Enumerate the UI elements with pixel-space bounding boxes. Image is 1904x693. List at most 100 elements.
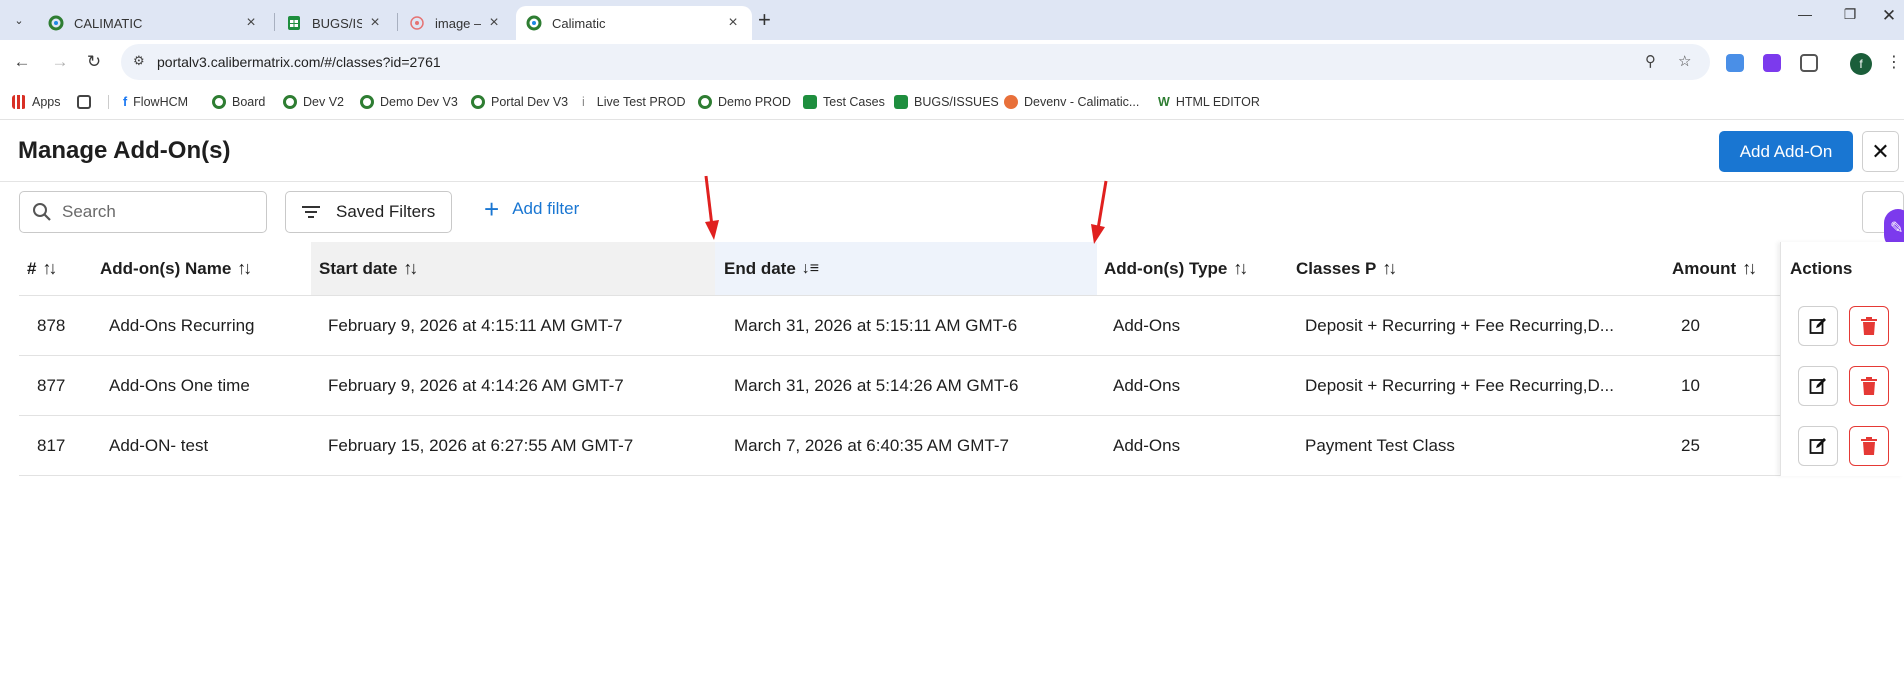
cell-end-date: March 31, 2026 at 5:15:11 AM GMT-6 xyxy=(734,316,1018,335)
column-header-type[interactable]: Add-on(s) Type ↑↓ xyxy=(1104,242,1248,295)
header-label: Start date xyxy=(319,258,398,278)
bookmark-board[interactable]: Board xyxy=(212,95,265,109)
sort-descending-icon[interactable]: ↓≡ xyxy=(802,260,819,278)
delete-button[interactable] xyxy=(1849,306,1889,346)
search-input[interactable] xyxy=(62,200,252,224)
close-tab-icon[interactable]: × xyxy=(485,14,503,32)
cell-start-date: February 9, 2026 at 4:14:26 AM GMT-7 xyxy=(328,376,624,395)
site-info-icon[interactable]: ⚙ xyxy=(133,53,145,69)
table-row[interactable]: 878 Add-Ons Recurring February 9, 2026 a… xyxy=(19,295,1904,355)
sort-icon[interactable]: ↑↓ xyxy=(42,258,57,279)
bookmark-live-test-prod[interactable]: i Live Test PROD xyxy=(582,95,685,109)
tab-bugs-issues[interactable]: BUGS/ISSU × xyxy=(276,6,394,40)
calimatic-icon xyxy=(48,15,64,31)
edit-button[interactable] xyxy=(1798,366,1838,406)
tab-divider xyxy=(397,13,398,31)
sort-icon[interactable]: ↑↓ xyxy=(237,258,252,279)
extension-icon-2[interactable] xyxy=(1763,54,1781,72)
search-box[interactable] xyxy=(19,191,267,233)
add-filter-button[interactable]: + Add filter xyxy=(484,196,579,222)
edit-button[interactable] xyxy=(1798,426,1838,466)
calimatic-icon xyxy=(526,15,542,31)
bookmark-label: HTML EDITOR xyxy=(1175,95,1260,109)
cell-type: Add-Ons xyxy=(1113,316,1181,335)
tab-image[interactable]: image — × xyxy=(399,6,513,40)
bookmark-demo-prod[interactable]: Demo PROD xyxy=(698,95,791,109)
bookmark-label: FlowHCM xyxy=(133,95,189,109)
calimatic-icon xyxy=(360,95,374,109)
bookmark-grid[interactable] xyxy=(77,95,97,109)
header-label: # xyxy=(27,258,37,278)
bookmark-demo-dev-v3[interactable]: Demo Dev V3 xyxy=(360,95,458,109)
back-icon[interactable]: ← xyxy=(10,52,34,72)
cell-classes: Payment Test Class xyxy=(1305,436,1455,455)
tab-search-button[interactable]: ⌄ xyxy=(8,9,30,31)
bookmark-label: Devenv - Calimatic... xyxy=(1024,95,1140,109)
table-row[interactable]: 817 Add-ON- test February 15, 2026 at 6:… xyxy=(19,415,1904,475)
reload-icon[interactable]: ↻ xyxy=(82,52,106,72)
header-label: End date xyxy=(724,258,796,278)
header-divider xyxy=(0,181,1904,182)
extension-icon-1[interactable] xyxy=(1726,54,1744,72)
table-row[interactable]: 877 Add-Ons One time February 9, 2026 at… xyxy=(19,355,1904,415)
tab-title: BUGS/ISSU xyxy=(312,15,362,31)
close-tab-icon[interactable]: × xyxy=(724,14,742,32)
bookmark-devenv[interactable]: Devenv - Calimatic... xyxy=(1004,95,1139,109)
column-header-end-date[interactable]: End date ↓≡ xyxy=(715,242,1097,295)
header-label: Amount xyxy=(1672,258,1737,278)
sheets-icon xyxy=(288,16,300,30)
close-button[interactable]: ✕ xyxy=(1862,131,1899,172)
cell-classes: Deposit + Recurring + Fee Recurring,D... xyxy=(1305,316,1614,335)
search-icon xyxy=(33,203,51,221)
bookmark-star-icon[interactable]: ☆ xyxy=(1678,52,1691,70)
column-header-amount[interactable]: Amount ↑↓ xyxy=(1672,242,1757,295)
sort-icon[interactable]: ↑↓ xyxy=(1382,258,1397,279)
bookmark-dev-v2[interactable]: Dev V2 xyxy=(283,95,344,109)
cell-id: 877 xyxy=(37,376,66,395)
tab-calimatic-active[interactable]: Calimatic × xyxy=(516,6,752,40)
extensions-puzzle-icon[interactable] xyxy=(1800,54,1818,72)
browser-menu-icon[interactable]: ⋮ xyxy=(1882,52,1904,72)
add-addon-button[interactable]: Add Add-On xyxy=(1719,131,1853,172)
zoom-icon[interactable]: ⚲ xyxy=(1645,52,1656,70)
column-header-start-date[interactable]: Start date ↑↓ xyxy=(311,242,715,295)
sort-icon[interactable]: ↑↓ xyxy=(403,258,418,279)
tab-calimatic-1[interactable]: CALIMATIC × xyxy=(38,6,270,40)
close-tab-icon[interactable]: × xyxy=(366,14,384,32)
bookmark-label: Demo PROD xyxy=(718,95,791,109)
column-header-name[interactable]: Add-on(s) Name ↑↓ xyxy=(100,242,252,295)
sort-icon[interactable]: ↑↓ xyxy=(1233,258,1248,279)
column-header-actions: Actions xyxy=(1790,242,1852,295)
window-close-icon[interactable]: ✕ xyxy=(1874,6,1904,26)
bookmark-label: Board xyxy=(232,95,266,109)
trash-icon xyxy=(1861,437,1877,455)
forward-icon[interactable]: → xyxy=(48,52,72,72)
profile-avatar[interactable]: f xyxy=(1850,53,1872,75)
calimatic-icon xyxy=(283,95,297,109)
bookmark-portal-dev-v3[interactable]: Portal Dev V3 xyxy=(471,95,568,109)
edit-icon xyxy=(1809,378,1826,394)
edit-button[interactable] xyxy=(1798,306,1838,346)
url-text[interactable]: portalv3.calibermatrix.com/#/classes?id=… xyxy=(157,54,441,70)
column-header-classes[interactable]: Classes P ↑↓ xyxy=(1296,242,1397,295)
bookmark-apps[interactable]: Apps xyxy=(12,95,61,109)
close-tab-icon[interactable]: × xyxy=(242,14,260,32)
new-tab-button[interactable]: + xyxy=(758,7,771,33)
delete-button[interactable] xyxy=(1849,366,1889,406)
restore-icon[interactable]: ❐ xyxy=(1835,6,1865,23)
column-header-id[interactable]: # ↑↓ xyxy=(27,242,57,295)
html-editor-icon: W xyxy=(1158,95,1170,109)
bookmark-flowhcm[interactable]: f FlowHCM xyxy=(108,95,188,109)
delete-button[interactable] xyxy=(1849,426,1889,466)
saved-filters-button[interactable]: Saved Filters xyxy=(285,191,452,233)
page-title: Manage Add-On(s) xyxy=(18,137,231,164)
address-bar[interactable]: ⚙ portalv3.calibermatrix.com/#/classes?i… xyxy=(121,44,1710,80)
bookmark-html-editor[interactable]: W HTML EDITOR xyxy=(1158,95,1260,109)
cell-type: Add-Ons xyxy=(1113,436,1181,455)
minimize-icon[interactable]: — xyxy=(1790,6,1820,22)
cell-end-date: March 7, 2026 at 6:40:35 AM GMT-7 xyxy=(734,436,1009,455)
bookmark-bugs-issues[interactable]: BUGS/ISSUES xyxy=(894,95,999,109)
sort-icon[interactable]: ↑↓ xyxy=(1742,258,1757,279)
bookmark-test-cases[interactable]: Test Cases xyxy=(803,95,885,109)
bookmark-label: Demo Dev V3 xyxy=(380,95,458,109)
